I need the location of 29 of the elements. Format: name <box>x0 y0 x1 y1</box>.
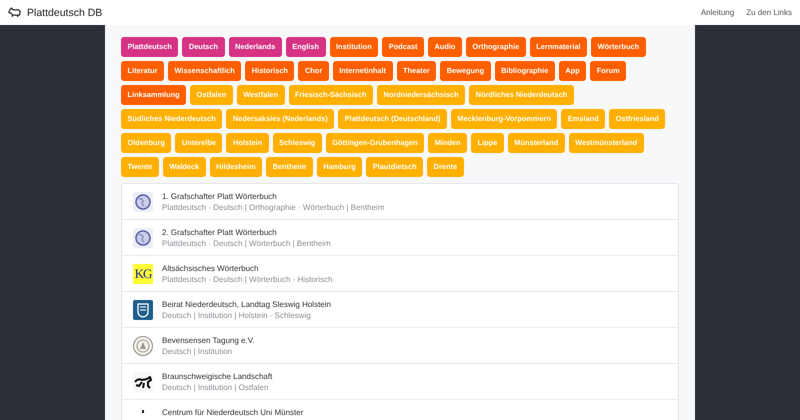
brand-link[interactable]: Plattdeutsch DB <box>8 6 102 18</box>
list-item[interactable]: Centrum für Niederdeutsch Uni Münster <box>122 400 678 420</box>
list-item[interactable]: KG Altsächsisches Wörterbuch Plattdeutsch · Deutsch | Wörterbuch · Historisch <box>122 256 678 292</box>
seal-icon <box>133 336 153 356</box>
list-item[interactable]: 1. Grafschafter Platt Wörterbuch Plattdeutsch · Deutsch | Orthographie · Wörterbuch | Bentheim <box>122 184 678 220</box>
entry-tags: Deutsch | Institution | Holstein · Schleswig <box>162 310 331 320</box>
entry-title: Centrum für Niederdeutsch Uni Münster <box>162 408 304 417</box>
logo: KG <box>133 264 153 284</box>
entry-title: Beirat Niederdeutsch, Landtag Sleswig Holstein <box>162 300 331 308</box>
entry-tags: Plattdeutsch · Deutsch | Wörterbuch · Historisch <box>162 274 333 284</box>
nav-link[interactable]: Zu den Links <box>746 8 792 17</box>
globe-icon <box>133 228 153 248</box>
entry-tags: Deutsch | Institution | Ostfalen <box>162 382 272 392</box>
nav-link[interactable]: Anleitung <box>700 8 734 17</box>
entry-title: Bevensensen Tagung e.V. <box>162 336 255 344</box>
entry-title: Braunschweigische Landschaft <box>162 372 272 380</box>
entry-title: 2. Grafschafter Platt Wörterbuch <box>162 228 278 236</box>
list-item[interactable]: 2. Grafschafter Platt Wörterbuch Plattdeutsch · Deutsch | Wörterbuch | Bentheim <box>122 220 678 256</box>
globe-icon <box>133 192 153 212</box>
entry-tags: Plattdeutsch · Deutsch | Orthographie · Wörterbuch | Bentheim <box>162 202 384 212</box>
list-item[interactable]: Braunschweigische Landschaft Deutsch | Institution | Ostfalen <box>122 364 678 400</box>
list-item[interactable]: Beirat Niederdeutsch, Landtag Sleswig Holstein Deutsch | Institution | Holstein · Schleswig <box>122 292 678 328</box>
entry-tags: Deutsch | Institution <box>162 346 255 356</box>
entry-tags: Plattdeutsch · Deutsch | Wörterbuch | Bentheim <box>162 238 331 248</box>
shield-icon <box>133 300 153 320</box>
animal-icon <box>8 7 22 18</box>
entry-title: Altsächsisches Wörterbuch <box>162 264 260 272</box>
entry-title: 1. Grafschafter Platt Wörterbuch <box>162 192 278 200</box>
list-item[interactable]: Bevensensen Tagung e.V. Deutsch | Institution <box>122 328 678 364</box>
